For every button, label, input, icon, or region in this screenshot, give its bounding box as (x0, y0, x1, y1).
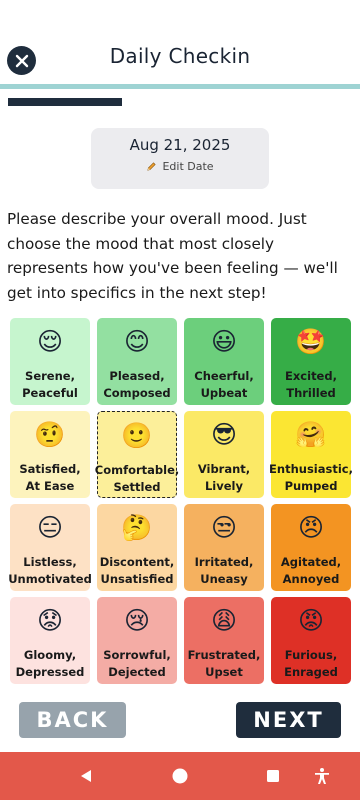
mood-label: Enthusiastic, Pumped (269, 462, 353, 493)
mood-label: Pleased, Composed (103, 369, 171, 400)
pencil-icon (147, 162, 157, 171)
mood-option[interactable]: 🙂 Comfortable, Settled (94, 411, 180, 498)
nav-accessibility-button[interactable] (312, 766, 332, 786)
triangle-back-icon (81, 770, 91, 782)
edit-date-link[interactable]: Edit Date (91, 160, 269, 173)
mood-label: Frustrated, Upset (187, 648, 261, 679)
mood-label: Listless, Unmotivated (8, 555, 92, 586)
mood-emoji-icon: 🤩 (295, 327, 327, 356)
mood-label: Agitated, Annoyed (280, 555, 342, 586)
instructions-text: Please describe your overall mood. Just … (7, 210, 338, 302)
mood-label: Serene, Peaceful (22, 369, 78, 400)
mood-option[interactable]: 😊 Pleased, Composed (97, 318, 177, 405)
edit-date-label: Edit Date (162, 160, 214, 173)
mood-label: Vibrant, Lively (197, 462, 251, 493)
nav-home-button[interactable] (170, 766, 190, 786)
mood-label: Excited, Thrilled (285, 369, 337, 400)
mood-emoji-icon: 😃 (210, 327, 238, 356)
mood-option[interactable]: 😎 Vibrant, Lively (184, 411, 264, 498)
mood-emoji-icon: 😡 (297, 606, 325, 635)
mood-emoji-icon: 😊 (123, 327, 151, 356)
mood-option[interactable]: 😠 Agitated, Annoyed (271, 504, 351, 591)
progress-fill (8, 98, 122, 106)
mood-label: Gloomy, Depressed (15, 648, 85, 679)
accessibility-icon (315, 768, 329, 784)
mood-grid: 😌 Serene, Peaceful 😊 Pleased, Composed 😃 Chee… (8, 318, 353, 684)
mood-emoji-icon: 😌 (36, 327, 64, 356)
mood-label: Discontent, Unsatisfied (99, 555, 175, 586)
mood-option[interactable]: 😟 Gloomy, Depressed (10, 597, 90, 684)
mood-option[interactable]: 😒 Irritated, Uneasy (184, 504, 264, 591)
mood-option[interactable]: 😌 Serene, Peaceful (10, 318, 90, 405)
back-button[interactable]: BACK (19, 702, 126, 738)
mood-emoji-icon: 🤗 (295, 420, 327, 449)
mood-label: Furious, Enraged (284, 648, 338, 679)
next-button[interactable]: NEXT (236, 702, 341, 738)
mood-emoji-icon: 😎 (210, 420, 238, 449)
mood-label: Cheerful, Upbeat (194, 369, 254, 400)
mood-option[interactable]: 🤗 Enthusiastic, Pumped (269, 411, 353, 498)
mood-emoji-icon: 😑 (36, 513, 64, 542)
date-text: Aug 21, 2025 (129, 136, 231, 154)
progress-bar (8, 98, 352, 106)
nav-recents-button[interactable] (263, 766, 283, 786)
mood-emoji-icon: 😒 (210, 513, 238, 542)
mood-label: Satisfied, At Ease (19, 462, 81, 493)
header: Daily Checkin (0, 0, 360, 86)
mood-option[interactable]: 😢 Sorrowful, Dejected (97, 597, 177, 684)
mood-option[interactable]: 🤨 Satisfied, At Ease (10, 411, 90, 498)
mood-option[interactable]: 😡 Furious, Enraged (271, 597, 351, 684)
mood-label: Sorrowful, Dejected (103, 648, 171, 679)
mood-label: Comfortable, Settled (94, 463, 180, 494)
mood-emoji-icon: 😟 (36, 606, 64, 635)
circle-home-icon (172, 768, 188, 784)
mood-option[interactable]: 😃 Cheerful, Upbeat (184, 318, 264, 405)
mood-emoji-icon: 😠 (297, 513, 325, 542)
mood-emoji-icon: 🤔 (121, 513, 153, 542)
mood-option[interactable]: 😑 Listless, Unmotivated (8, 504, 92, 591)
mood-emoji-icon: 🤨 (34, 420, 66, 449)
header-divider (0, 84, 360, 89)
mood-option[interactable]: 😩 Frustrated, Upset (184, 597, 264, 684)
mood-emoji-icon: 😩 (210, 606, 238, 635)
mood-emoji-icon: 🙂 (121, 421, 153, 450)
mood-emoji-icon: 😢 (123, 606, 151, 635)
mood-option[interactable]: 🤔 Discontent, Unsatisfied (97, 504, 177, 591)
square-recents-icon (267, 770, 279, 782)
mood-option[interactable]: 🤩 Excited, Thrilled (271, 318, 351, 405)
system-navbar (0, 752, 360, 800)
page-title: Daily Checkin (109, 44, 251, 68)
mood-label: Irritated, Uneasy (194, 555, 254, 586)
date-card[interactable]: Aug 21, 2025 Edit Date (91, 128, 269, 189)
nav-back-button[interactable] (76, 766, 96, 786)
